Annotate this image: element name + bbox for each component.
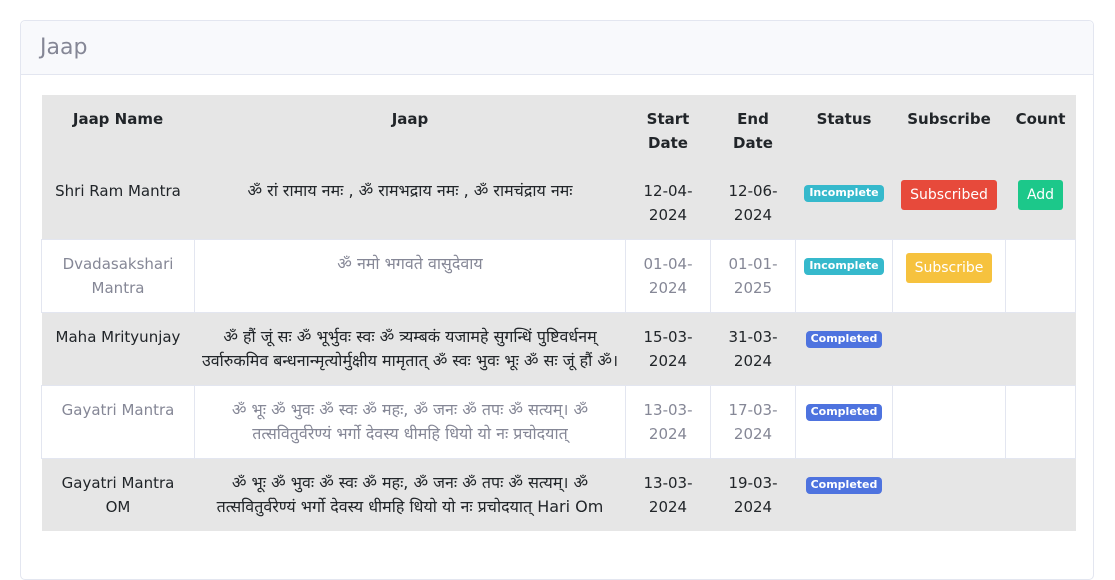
status-cell: Completed	[795, 458, 893, 531]
jaap-text-cell: ॐ रां रामाय नमः , ॐ रामभद्राय नमः , ॐ रा…	[194, 167, 626, 240]
end-date-cell: 17-03-2024	[710, 385, 796, 459]
subscribe-cell: Subscribed	[892, 167, 1006, 240]
table-row: Gayatri Mantra ॐ भूः ॐ भुवः ॐ स्वः ॐ महः…	[41, 385, 1076, 459]
jaap-name-cell: Gayatri Mantra	[41, 385, 195, 459]
table-row: Maha Mrityunjay ॐ हौं जूं सः ॐ भूर्भुवः …	[41, 312, 1076, 386]
status-badge: Incomplete	[804, 258, 884, 275]
status-cell: Completed	[795, 312, 893, 386]
subscribed-button[interactable]: Subscribed	[901, 180, 997, 210]
start-date-cell: 01-04-2024	[625, 239, 711, 313]
status-cell: Incomplete	[795, 239, 893, 313]
status-badge: Completed	[805, 331, 883, 348]
header-status: Status	[795, 95, 893, 167]
header-jaap: Jaap	[194, 95, 626, 167]
header-subscribe: Subscribe	[892, 95, 1006, 167]
jaap-text-cell: ॐ भूः ॐ भुवः ॐ स्वः ॐ महः, ॐ जनः ॐ तपः ॐ…	[194, 458, 626, 531]
subscribe-cell	[892, 458, 1006, 531]
end-date-cell: 19-03-2024	[710, 458, 796, 531]
subscribe-cell	[892, 312, 1006, 386]
count-cell: Add	[1005, 167, 1076, 240]
table-header-row: Jaap Name Jaap Start Date End Date Statu…	[41, 95, 1076, 167]
count-cell	[1005, 385, 1076, 459]
header-start-date: Start Date	[625, 95, 711, 167]
count-cell	[1005, 239, 1076, 313]
jaap-table: Jaap Name Jaap Start Date End Date Statu…	[41, 95, 1076, 531]
status-cell: Incomplete	[795, 167, 893, 240]
start-date-cell: 12-04-2024	[625, 167, 711, 240]
end-date-cell: 12-06-2024	[710, 167, 796, 240]
table-row: Shri Ram Mantra ॐ रां रामाय नमः , ॐ रामभ…	[41, 167, 1076, 240]
jaap-card: Jaap Jaap Name Jaap Start Date End Date …	[20, 20, 1094, 580]
jaap-name-cell: Gayatri Mantra OM	[41, 458, 195, 531]
end-date-cell: 31-03-2024	[710, 312, 796, 386]
table-row: Dvadasakshari Mantra ॐ नमो भगवते वासुदेव…	[41, 239, 1076, 313]
subscribe-cell: Subscribe	[892, 239, 1006, 313]
subscribe-cell	[892, 385, 1006, 459]
status-badge: Incomplete	[804, 185, 884, 202]
jaap-name-cell: Maha Mrityunjay	[41, 312, 195, 386]
header-count: Count	[1005, 95, 1076, 167]
start-date-cell: 15-03-2024	[625, 312, 711, 386]
subscribe-button[interactable]: Subscribe	[905, 253, 993, 283]
header-jaap-name: Jaap Name	[41, 95, 195, 167]
jaap-name-cell: Dvadasakshari Mantra	[41, 239, 195, 313]
status-cell: Completed	[795, 385, 893, 459]
status-badge: Completed	[805, 404, 883, 421]
jaap-text-cell: ॐ भूः ॐ भुवः ॐ स्वः ॐ महः, ॐ जनः ॐ तपः ॐ…	[194, 385, 626, 459]
jaap-text-cell: ॐ हौं जूं सः ॐ भूर्भुवः स्वः ॐ त्र्यम्बक…	[194, 312, 626, 386]
count-cell	[1005, 458, 1076, 531]
card-body: Jaap Name Jaap Start Date End Date Statu…	[21, 75, 1093, 531]
status-badge: Completed	[805, 477, 883, 494]
jaap-name-cell: Shri Ram Mantra	[41, 167, 195, 240]
start-date-cell: 13-03-2024	[625, 458, 711, 531]
card-title: Jaap	[21, 21, 1093, 75]
count-cell	[1005, 312, 1076, 386]
table-row: Gayatri Mantra OM ॐ भूः ॐ भुवः ॐ स्वः ॐ …	[41, 458, 1076, 531]
jaap-text-cell: ॐ नमो भगवते वासुदेवाय	[194, 239, 626, 313]
start-date-cell: 13-03-2024	[625, 385, 711, 459]
header-end-date: End Date	[710, 95, 796, 167]
end-date-cell: 01-01-2025	[710, 239, 796, 313]
add-count-button[interactable]: Add	[1017, 180, 1064, 210]
